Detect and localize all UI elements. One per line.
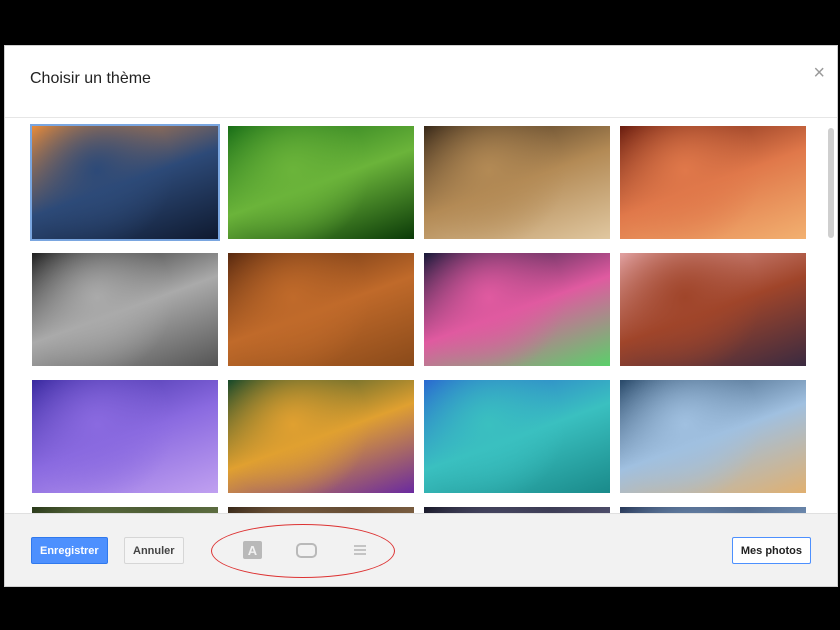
dialog-header: Choisir un thème × — [5, 46, 837, 118]
save-button[interactable]: Enregistrer — [31, 537, 108, 564]
theme-thumbnail-red-canyon[interactable] — [620, 126, 806, 239]
text-color-icon[interactable]: A — [243, 541, 262, 559]
theme-dialog: Choisir un thème × Enregistrer Annuler A… — [4, 45, 838, 587]
theme-thumbnail-chess-pieces[interactable] — [424, 126, 610, 239]
theme-thumbnail-turquoise-lake[interactable] — [424, 380, 610, 493]
dialog-footer: Enregistrer Annuler A Mes photos — [5, 513, 837, 586]
theme-thumbnail-soap-bubble[interactable] — [228, 380, 414, 493]
theme-thumbnail-bokeh-lights[interactable] — [424, 253, 610, 366]
close-icon[interactable]: × — [813, 63, 825, 83]
theme-thumbnail-river-canyon[interactable] — [620, 253, 806, 366]
theme-thumbnail-autumn-leaves[interactable] — [228, 253, 414, 366]
dialog-title: Choisir un thème — [30, 70, 151, 87]
theme-grid — [5, 118, 837, 513]
theme-thumbnail-beach-sky[interactable] — [620, 380, 806, 493]
theme-thumbnail-jellyfish[interactable] — [32, 380, 218, 493]
speech-bubble-icon[interactable] — [296, 543, 317, 558]
theme-thumbnail-sunset-mountains[interactable] — [30, 124, 220, 241]
lines-icon[interactable] — [353, 543, 367, 557]
theme-thumbnail-caterpillar[interactable] — [228, 126, 414, 239]
scrollbar[interactable] — [828, 128, 834, 238]
cancel-button[interactable]: Annuler — [124, 537, 184, 564]
theme-thumbnail-metal-pipes[interactable] — [32, 253, 218, 366]
my-photos-button[interactable]: Mes photos — [731, 537, 811, 564]
